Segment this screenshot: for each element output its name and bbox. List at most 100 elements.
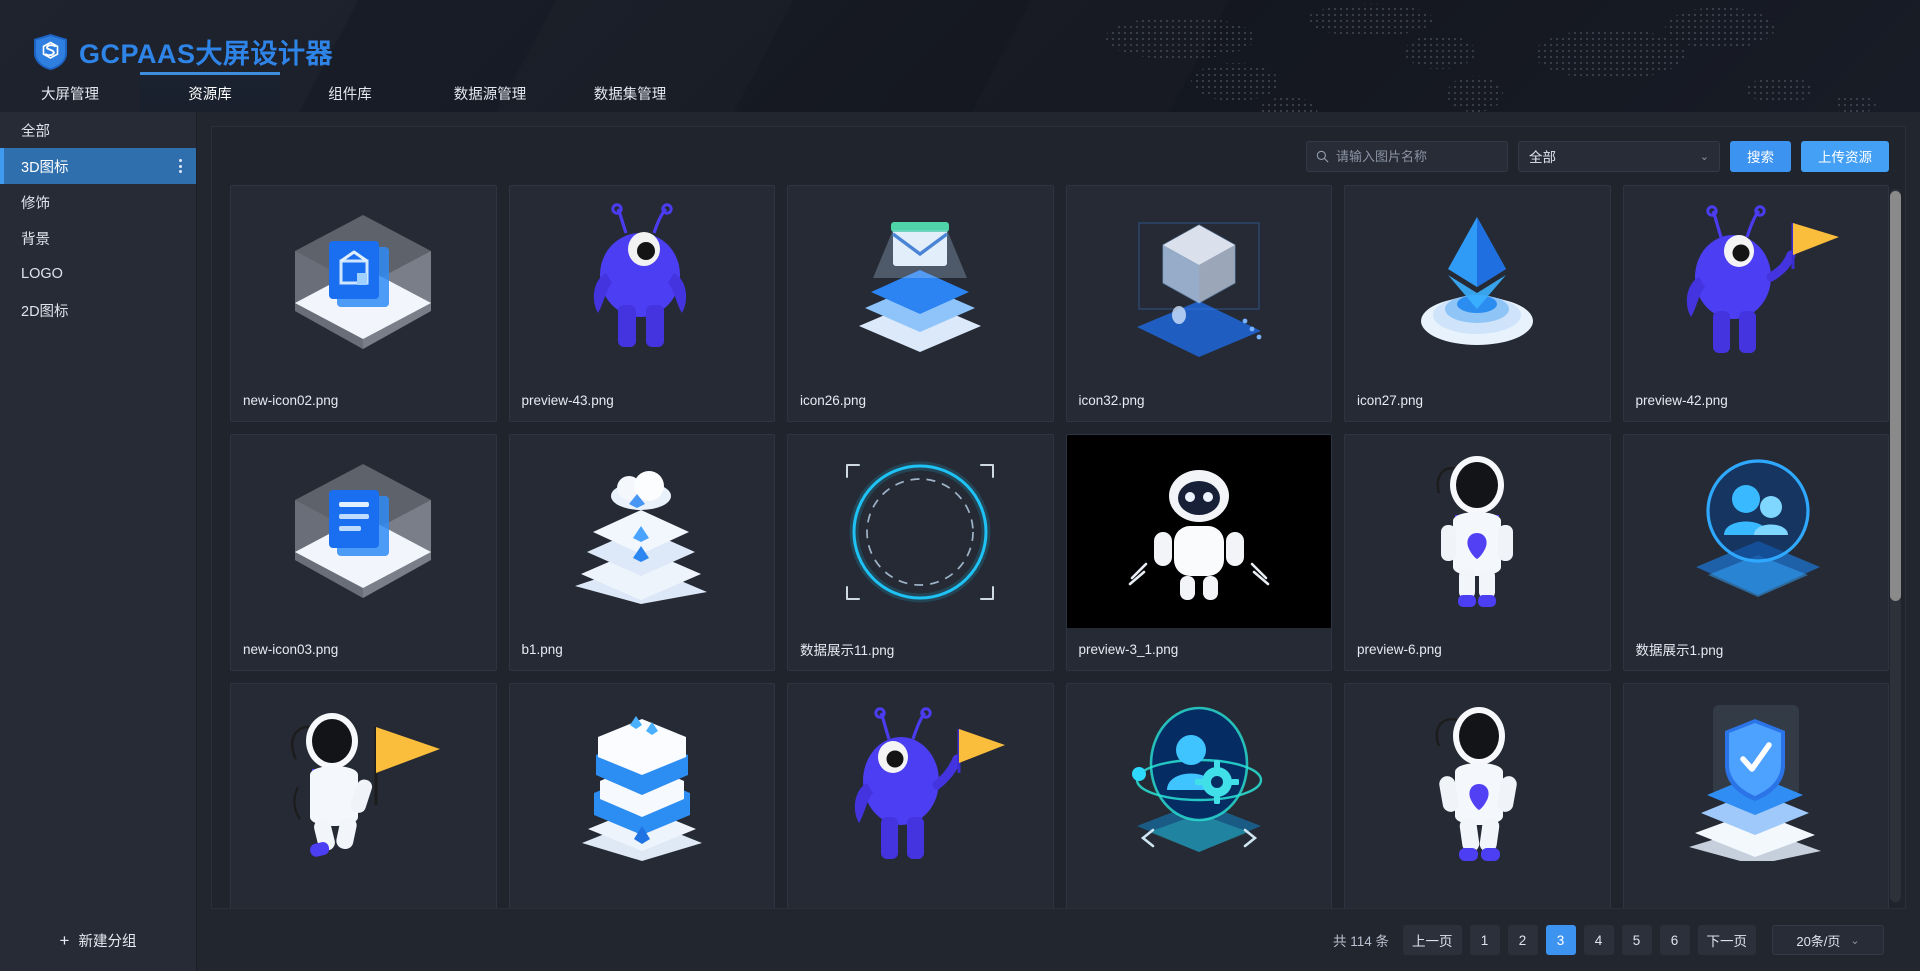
search-box[interactable] (1306, 140, 1512, 172)
resource-card[interactable]: icon32.png (1065, 185, 1332, 422)
thumbnail (788, 435, 1053, 628)
search-icon (1316, 150, 1329, 162)
pagination-next[interactable]: 下一页 (1697, 925, 1756, 955)
sidebar-item-decoration[interactable]: 修饰 (0, 184, 196, 220)
resource-card[interactable]: preview-43.png (508, 185, 775, 422)
more-options-icon[interactable] (179, 159, 182, 173)
page-size-value: 20条/页 (1796, 933, 1841, 949)
resource-card[interactable] (1065, 683, 1332, 908)
resource-name: preview-43.png (521, 392, 614, 408)
resource-name: icon26.png (800, 392, 867, 408)
category-filter-select[interactable]: 全部 ⌄ (1518, 140, 1720, 172)
astronaut-walk-icon (1435, 707, 1517, 861)
grid-scrollbar-thumb[interactable] (1890, 191, 1901, 601)
thumbnail (1067, 684, 1332, 877)
resource-card[interactable] (230, 683, 497, 908)
sidebar-item-logo[interactable]: LOGO (0, 256, 196, 292)
neon-ring-icon (846, 461, 995, 602)
tab-dashboard-manage[interactable]: 大屏管理 (0, 72, 140, 112)
user-gear-neon-icon (1131, 706, 1262, 852)
pagination-page-4[interactable]: 4 (1583, 925, 1614, 955)
resource-card[interactable] (1622, 683, 1889, 908)
iso-cube-doc-icon (294, 463, 431, 598)
resource-card[interactable]: preview-6.png (1344, 434, 1611, 671)
chevron-down-icon: ⌄ (1699, 150, 1709, 163)
tab-component-library[interactable]: 组件库 (280, 72, 420, 112)
pagination-page-6[interactable]: 6 (1659, 925, 1690, 955)
app-root: GCPAAS大屏设计器 大屏管理 资源库 组件库 数据源管理 数据集管理 全部 … (0, 0, 1920, 971)
pagination-page-3[interactable]: 3 (1545, 925, 1576, 955)
resource-name (788, 877, 1053, 908)
iso-shield-check-icon (1689, 704, 1822, 861)
eth-target-icon (1421, 217, 1534, 345)
resource-card[interactable]: icon27.png (1344, 185, 1611, 422)
category-filter-value: 全部 (1529, 150, 1556, 165)
robot-black-icon (1128, 469, 1270, 600)
resource-name (1067, 877, 1332, 908)
tab-label: 资源库 (188, 87, 232, 103)
sidebar-item-label: 背景 (21, 231, 50, 248)
upload-resource-button[interactable]: 上传资源 (1801, 140, 1889, 172)
thumbnail (1066, 435, 1331, 628)
resource-name: b1.png (521, 641, 563, 657)
alien-plain-icon (593, 202, 686, 347)
resource-name: preview-3_1.png (1078, 641, 1179, 657)
resource-panel: 全部 ⌄ 搜索 上传资源 (211, 126, 1906, 909)
resource-card[interactable]: preview-3_1.png (1065, 434, 1332, 671)
sidebar-item-all[interactable]: 全部 (0, 112, 196, 148)
chevron-down-icon: ⌄ (1850, 934, 1860, 947)
toolbar: 全部 ⌄ 搜索 上传资源 (212, 127, 1905, 185)
resource-name (1345, 877, 1610, 908)
resource-name (231, 877, 496, 908)
new-group-label: 新建分组 (78, 933, 137, 950)
search-input[interactable] (1336, 148, 1512, 164)
resource-card[interactable]: icon26.png (787, 185, 1054, 422)
app-header: GCPAAS大屏设计器 大屏管理 资源库 组件库 数据源管理 数据集管理 (0, 0, 1920, 112)
astronaut-flag-icon (290, 712, 440, 857)
resource-card[interactable]: new-icon03.png (230, 434, 497, 671)
thumbnail (1067, 186, 1332, 379)
pagination-prev[interactable]: 上一页 (1403, 925, 1462, 955)
sidebar-item-background[interactable]: 背景 (0, 220, 196, 256)
tab-datasource-manage[interactable]: 数据源管理 (420, 72, 560, 112)
iso-cube-folder-icon (294, 214, 431, 349)
resource-card[interactable] (787, 683, 1054, 908)
iso-server-cloud-icon (575, 470, 708, 604)
thumbnail (1345, 684, 1610, 877)
tab-resource-library[interactable]: 资源库 (140, 72, 280, 112)
resource-card[interactable]: preview-42.png (1622, 185, 1889, 422)
main-nav: 大屏管理 资源库 组件库 数据源管理 数据集管理 (0, 72, 1920, 112)
resource-card[interactable]: 数据展示1.png (1622, 434, 1889, 671)
sidebar-item-label: LOGO (21, 266, 63, 282)
resource-name: preview-6.png (1357, 641, 1442, 657)
pagination-page-2[interactable]: 2 (1507, 925, 1538, 955)
resource-name (1624, 877, 1889, 908)
pagination-page-1[interactable]: 1 (1469, 925, 1500, 955)
astronaut-stand-icon (1436, 456, 1514, 607)
iso-server-tower-icon (581, 715, 702, 861)
pagination-page-5[interactable]: 5 (1621, 925, 1652, 955)
pagination-total: 共 114 条 (1332, 934, 1389, 949)
tab-label: 数据源管理 (453, 87, 527, 103)
black-backdrop (1066, 435, 1331, 628)
tab-dataset-manage[interactable]: 数据集管理 (560, 72, 700, 112)
page-size-select[interactable]: 20条/页 ⌄ (1772, 925, 1884, 955)
thumbnail (788, 186, 1053, 379)
thumbnail (231, 435, 496, 628)
resource-name: icon32.png (1078, 392, 1145, 408)
resource-card[interactable]: b1.png (508, 434, 775, 671)
page-title: GCPAAS大屏设计器 (79, 39, 334, 69)
resource-card[interactable]: new-icon02.png (230, 185, 497, 422)
thumbnail (1345, 186, 1610, 379)
brand: GCPAAS大屏设计器 (34, 32, 333, 71)
resource-card[interactable]: 数据展示11.png (787, 434, 1054, 671)
new-group-button[interactable]: + 新建分组 (0, 909, 196, 971)
sidebar-item-2d-icons[interactable]: 2D图标 (0, 292, 196, 328)
resource-card[interactable] (1344, 683, 1611, 908)
body: 全部 3D图标 修饰 背景 LOGO 2D图标 + 新建分组 请输入图片名称 全… (0, 112, 1920, 971)
resource-name: new-icon03.png (243, 641, 339, 657)
sidebar-item-label: 全部 (21, 123, 50, 140)
resource-card[interactable] (508, 683, 775, 908)
sidebar-item-3d-icons[interactable]: 3D图标 (0, 148, 196, 184)
search-button[interactable]: 搜索 (1730, 140, 1791, 172)
